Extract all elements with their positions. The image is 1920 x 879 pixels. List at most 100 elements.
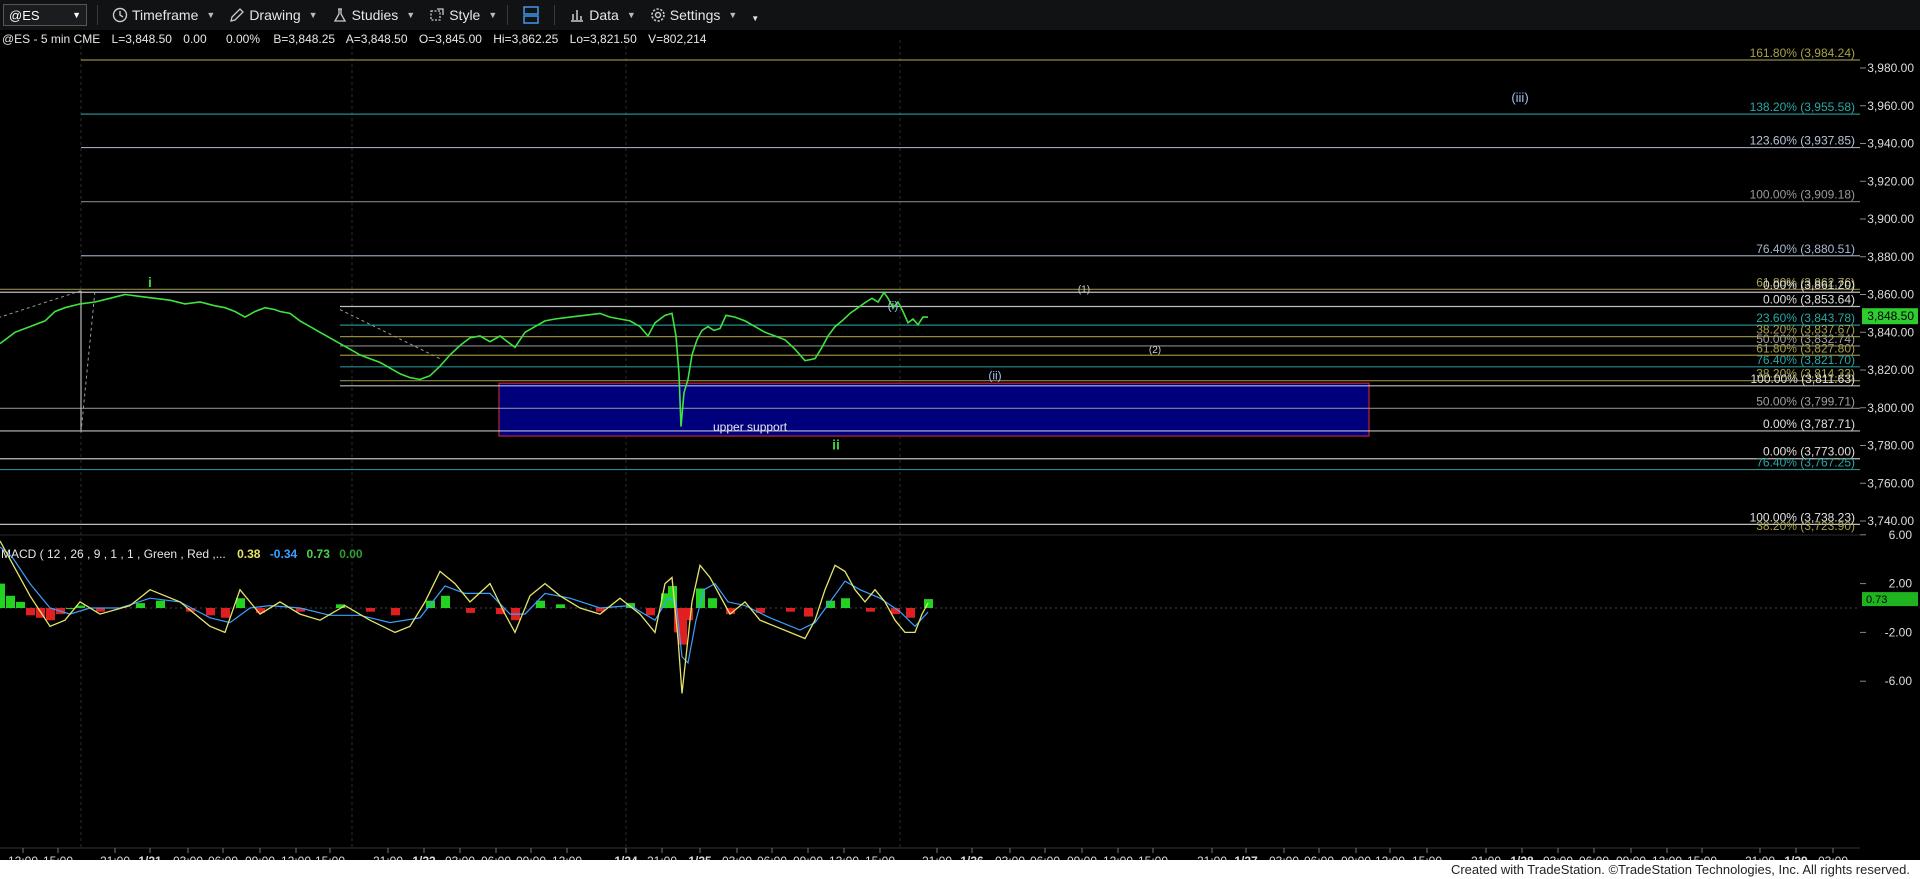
- wave-label: ii: [832, 436, 840, 452]
- macd-histogram-bar: [646, 608, 655, 616]
- macd-histogram-bar: [804, 608, 813, 617]
- chevron-down-icon: ▼: [406, 10, 416, 20]
- fib-level-label: 0.00% (3,853.64): [1763, 293, 1855, 307]
- wave-label: (2): [1149, 345, 1161, 356]
- studies-label: Studies: [351, 7, 399, 23]
- fib-level-label: 123.60% (3,937.85): [1750, 134, 1855, 148]
- drawing-menu[interactable]: Drawing ▼: [229, 7, 318, 23]
- macd-histogram-bar: [156, 600, 165, 608]
- fib-level-label: 0.00% (3,861.20): [1763, 278, 1855, 292]
- more-menu[interactable]: ▼: [751, 8, 759, 23]
- layout-button[interactable]: [522, 5, 544, 25]
- fib-level-label: 76.40% (3,821.70): [1756, 353, 1855, 367]
- fib-level-label: 76.40% (3,880.51): [1756, 242, 1855, 256]
- chevron-down-icon: ▼: [72, 10, 81, 20]
- macd-avg-value: -0.34: [270, 547, 298, 561]
- upper-support-label: upper support: [713, 420, 788, 434]
- last-price: L=3,848.50: [112, 32, 173, 46]
- bar-chart-icon: [571, 10, 584, 22]
- fib-level-label: 50.00% (3,799.71): [1756, 394, 1855, 408]
- upper-support-zone: [498, 382, 1370, 437]
- chevron-down-icon: ▼: [728, 10, 738, 20]
- price-tick-label: 3,940.00: [1867, 137, 1914, 151]
- style-menu[interactable]: Style ▼: [429, 7, 497, 23]
- macd-histogram-bar: [6, 595, 15, 608]
- drawing-label: Drawing: [249, 7, 301, 23]
- clock-icon: [112, 7, 128, 23]
- toolbar-divider: [507, 5, 509, 25]
- price-tick-label: 3,880.00: [1867, 250, 1914, 264]
- price-tick-label: 3,960.00: [1867, 99, 1914, 113]
- price-tick-label: 3,800.00: [1867, 401, 1914, 415]
- price-tick-label: 3,900.00: [1867, 212, 1914, 226]
- studies-menu[interactable]: Studies ▼: [332, 7, 416, 23]
- macd-histogram-bar: [26, 608, 35, 616]
- settings-menu[interactable]: Settings ▼: [650, 7, 738, 23]
- volume: V=802,214: [648, 32, 707, 46]
- macd-histogram-bar: [668, 586, 677, 608]
- fib-level-label: 100.00% (3,811.63): [1750, 372, 1855, 386]
- layout-icon: [523, 6, 540, 24]
- fib-level-label: 138.20% (3,955.58): [1750, 100, 1855, 114]
- symbol-info: @ES - 5 min CME: [2, 32, 100, 46]
- timeframe-menu[interactable]: Timeframe ▼: [112, 7, 215, 23]
- macd-histogram-bar: [786, 608, 795, 612]
- macd-histogram-bar: [136, 603, 145, 608]
- price-tick-label: 3,980.00: [1867, 61, 1914, 75]
- macd-histogram-bar: [466, 608, 475, 613]
- fib-level-label: 76.40% (3,767.25): [1756, 456, 1855, 470]
- pencil-icon: [230, 8, 245, 22]
- macd-histogram-bar: [441, 595, 450, 608]
- price-tick-label: 3,860.00: [1867, 288, 1914, 302]
- fib-level-label: 161.80% (3,984.24): [1750, 46, 1855, 60]
- macd-tick-label: -2.00: [1885, 625, 1913, 639]
- symbol-value: @ES: [9, 7, 40, 23]
- macd-value: 0.38: [237, 547, 261, 561]
- macd-last-tag-label: 0.73: [1866, 594, 1887, 606]
- footer: Created with TradeStation. ©TradeStation…: [0, 860, 1920, 879]
- low-price: Lo=3,821.50: [570, 32, 637, 46]
- macd-histogram-bar: [866, 608, 875, 612]
- fib-level-label: 0.00% (3,787.71): [1763, 417, 1855, 431]
- chevron-down-icon: ▼: [626, 10, 636, 20]
- data-menu[interactable]: Data ▼: [569, 7, 636, 23]
- chevron-down-icon: ▼: [751, 13, 760, 23]
- macd-histogram-bar: [0, 583, 5, 608]
- price-tick-label: 3,740.00: [1867, 514, 1914, 528]
- support-zone-group: upper support: [498, 382, 1370, 437]
- last-price-tag-label: 3,848.50: [1867, 309, 1914, 323]
- macd-histogram-bar: [708, 598, 717, 608]
- chevron-down-icon: ▼: [308, 10, 318, 20]
- macd-tick-label: 6.00: [1889, 528, 1913, 542]
- chevron-down-icon: ▼: [488, 10, 498, 20]
- net-change: 0.00: [183, 32, 207, 46]
- symbol-selector[interactable]: @ES ▼: [3, 4, 87, 26]
- macd-histogram-bar: [906, 608, 915, 618]
- fib-level-label: 38.20% (3,723.90): [1756, 519, 1855, 533]
- macd-histogram-bar: [366, 608, 375, 612]
- gear-icon: [650, 8, 665, 22]
- price-tick-label: 3,920.00: [1867, 174, 1914, 188]
- macd-histogram-bar: [16, 601, 25, 608]
- timeframe-label: Timeframe: [132, 7, 199, 23]
- bid-price: B=3,848.25: [273, 32, 335, 46]
- macd-tick-label: 2.00: [1889, 577, 1913, 591]
- macd-label: MACD ( 12 , 26 , 9 , 1 , 1 , Green , Red…: [1, 547, 226, 561]
- percent-change: 0.00%: [226, 32, 260, 46]
- ask-price: A=3,848.50: [346, 32, 408, 46]
- price-tick-label: 3,820.00: [1867, 363, 1914, 377]
- toolbar: @ES ▼ Timeframe ▼ Drawing ▼ Studies ▼ St…: [0, 0, 1920, 31]
- data-label: Data: [589, 7, 619, 23]
- macd-tick-label: -6.00: [1885, 674, 1913, 688]
- macd-histogram-bar: [46, 608, 55, 621]
- flask-icon: [333, 8, 346, 22]
- credit-text: Created with TradeStation. ©TradeStation…: [1450, 862, 1910, 877]
- style-icon: [430, 8, 444, 21]
- wave-label: (ii): [988, 368, 1001, 382]
- wave-label: (i): [888, 299, 899, 313]
- settings-label: Settings: [669, 7, 721, 23]
- macd-zero-value: 0.00: [339, 547, 363, 561]
- chart-area[interactable]: @ES - 5 min CME L=3,848.50 0.00 0.00% B=…: [0, 30, 1920, 860]
- macd-histogram-bar: [236, 598, 245, 608]
- price-tick-label: 3,840.00: [1867, 325, 1914, 339]
